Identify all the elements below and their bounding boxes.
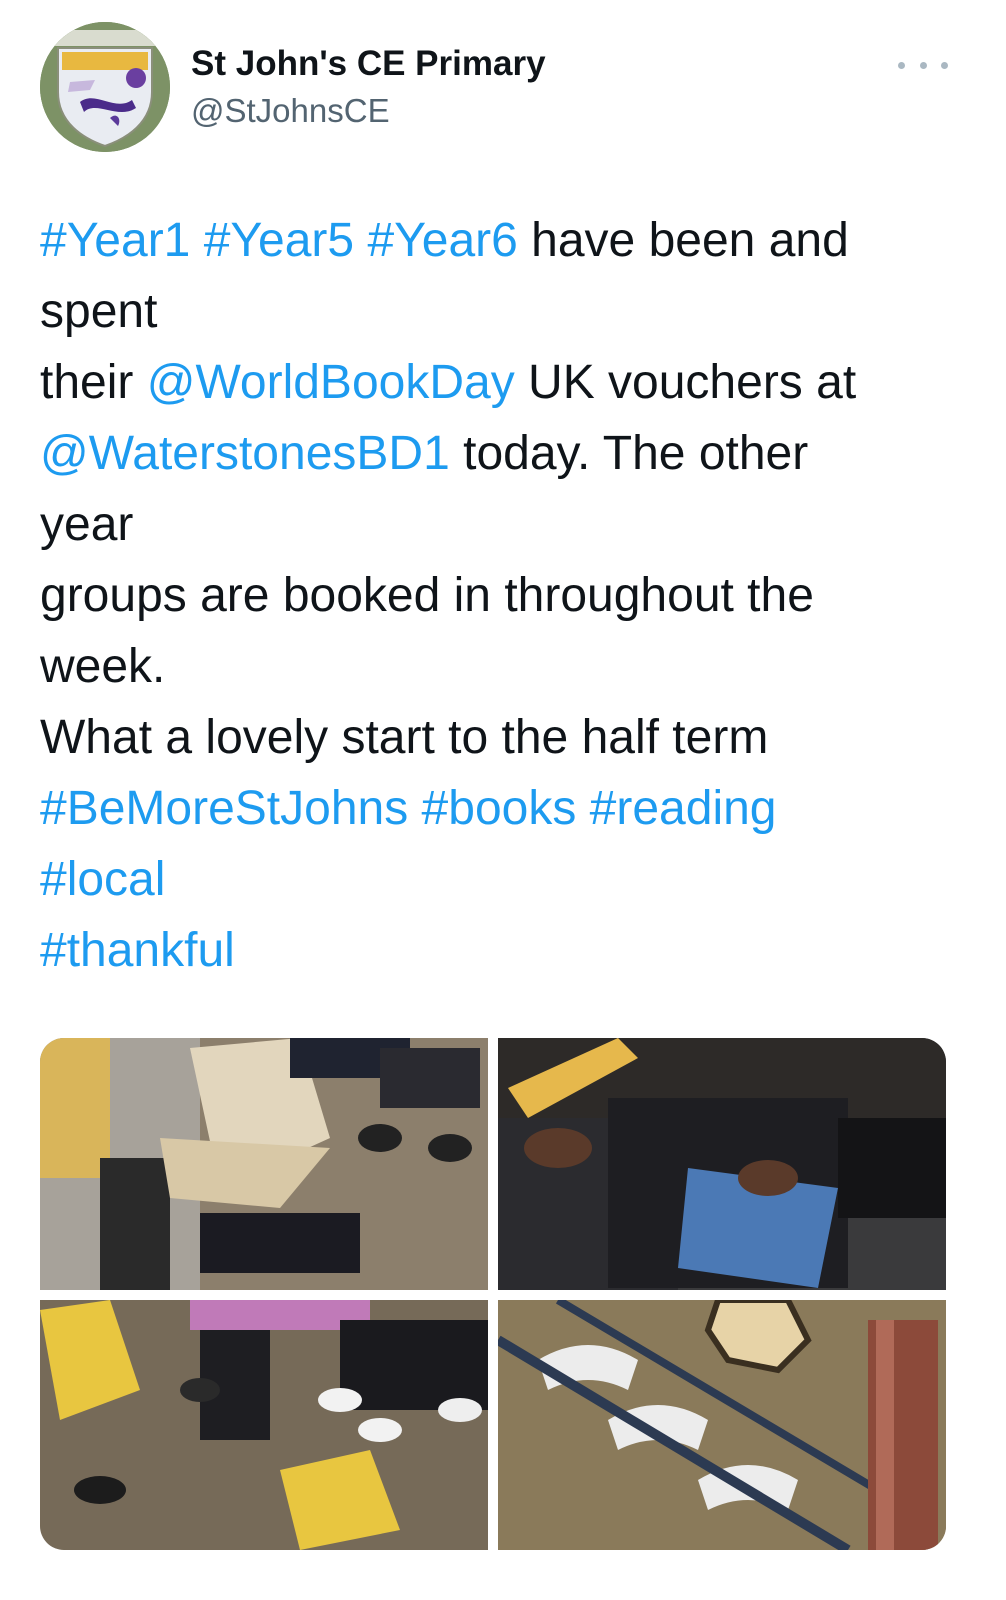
tweet-text: #Year1 #Year5 #Year6 have been and spent t…	[40, 205, 970, 986]
dot	[941, 61, 948, 69]
author-name[interactable]: St John's CE Primary	[191, 44, 546, 84]
tweet-text-segment: year	[40, 498, 134, 551]
author-avatar[interactable]	[40, 22, 170, 152]
tweet-text-segment: groups are booked in throughout the	[40, 569, 814, 622]
hashtag-link[interactable]: #local	[40, 853, 165, 906]
tweet-text-segment: What a lovely start to the half term	[40, 711, 769, 764]
more-options-icon[interactable]	[898, 50, 948, 80]
tweet-line: year	[40, 489, 970, 560]
tweet-text-segment	[190, 214, 203, 267]
hashtag-link[interactable]: #Year5	[204, 214, 354, 267]
tweet-text-segment: their	[40, 356, 147, 409]
photo-1[interactable]	[40, 1038, 488, 1290]
hashtag-link[interactable]: #thankful	[40, 924, 235, 977]
tweet-line: What a lovely start to the half term	[40, 702, 970, 773]
tweet-text-segment	[354, 214, 367, 267]
tweet-text-segment: UK vouchers at	[514, 356, 857, 409]
tweet-line: #BeMoreStJohns #books #reading	[40, 773, 970, 844]
tweet-line: spent	[40, 276, 970, 347]
hashtag-link[interactable]: #Year6	[367, 214, 517, 267]
tweet-text-segment: have been and	[517, 214, 849, 267]
tweet-line: #local	[40, 844, 970, 915]
tweet-text-segment: week.	[40, 640, 166, 693]
tweet-line: week.	[40, 631, 970, 702]
photo-3[interactable]	[40, 1300, 488, 1550]
hashtag-link[interactable]: #reading	[590, 782, 777, 835]
hashtag-link[interactable]: #books	[422, 782, 577, 835]
photo-2[interactable]	[498, 1038, 946, 1290]
tweet-text-segment: spent	[40, 285, 158, 338]
tweet-line: #Year1 #Year5 #Year6 have been and	[40, 205, 970, 276]
tweet-line: their @WorldBookDay UK vouchers at	[40, 347, 970, 418]
dot	[919, 61, 927, 69]
tweet-card: St John's CE Primary @StJohnsCE #Year1 #…	[0, 0, 1006, 1600]
school-badge-icon	[40, 22, 170, 152]
tweet-line: @WaterstonesBD1 today. The other	[40, 418, 970, 489]
author-handle[interactable]: @StJohnsCE	[191, 92, 390, 130]
mention-link[interactable]: @WaterstonesBD1	[40, 427, 450, 480]
tweet-text-segment: today. The other	[449, 427, 809, 480]
tweet-line: groups are booked in throughout the	[40, 560, 970, 631]
hashtag-link[interactable]: #Year1	[40, 214, 190, 267]
tweet-text-segment	[576, 782, 589, 835]
tweet-line: #thankful	[40, 915, 970, 986]
photo-4[interactable]	[498, 1300, 946, 1550]
tweet-text-segment	[408, 782, 421, 835]
hashtag-link[interactable]: #BeMoreStJohns	[40, 782, 408, 835]
dot	[898, 61, 905, 69]
mention-link[interactable]: @WorldBookDay	[147, 356, 515, 409]
media-grid	[40, 1038, 946, 1550]
